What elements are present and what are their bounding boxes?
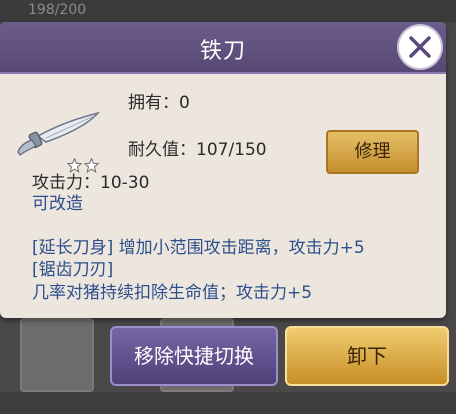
inventory-bottom-bar <box>0 392 456 414</box>
dialog-title: 铁刀 <box>199 39 246 64</box>
inventory-slot[interactable] <box>20 318 94 392</box>
inventory-count: 198/200 <box>28 2 87 18</box>
effect-line: 几率对猪持续扣除生命值；攻击力+5 <box>32 283 313 303</box>
remove-shortcut-button[interactable]: 移除快捷切换 <box>110 326 278 386</box>
unequip-button[interactable]: 卸下 <box>285 326 449 386</box>
effect-line: [锯齿刀刃] <box>32 260 114 280</box>
owned-count: 拥有：0 <box>128 93 190 113</box>
repair-button[interactable]: 修理 <box>326 130 419 174</box>
inventory-top-strip: 198/200 <box>0 0 456 22</box>
close-button[interactable] <box>399 26 441 68</box>
modifiable-label: 可改造 <box>32 194 83 214</box>
durability-value: 耐久值：107/150 <box>128 140 267 160</box>
dialog-header: 铁刀 <box>0 22 446 74</box>
close-icon <box>409 36 431 58</box>
item-detail-dialog: 铁刀 拥有：0 耐久值：107/150 修理 攻击力：10-30 可改造 [延长… <box>0 22 446 318</box>
iron-knife-icon <box>17 111 101 156</box>
